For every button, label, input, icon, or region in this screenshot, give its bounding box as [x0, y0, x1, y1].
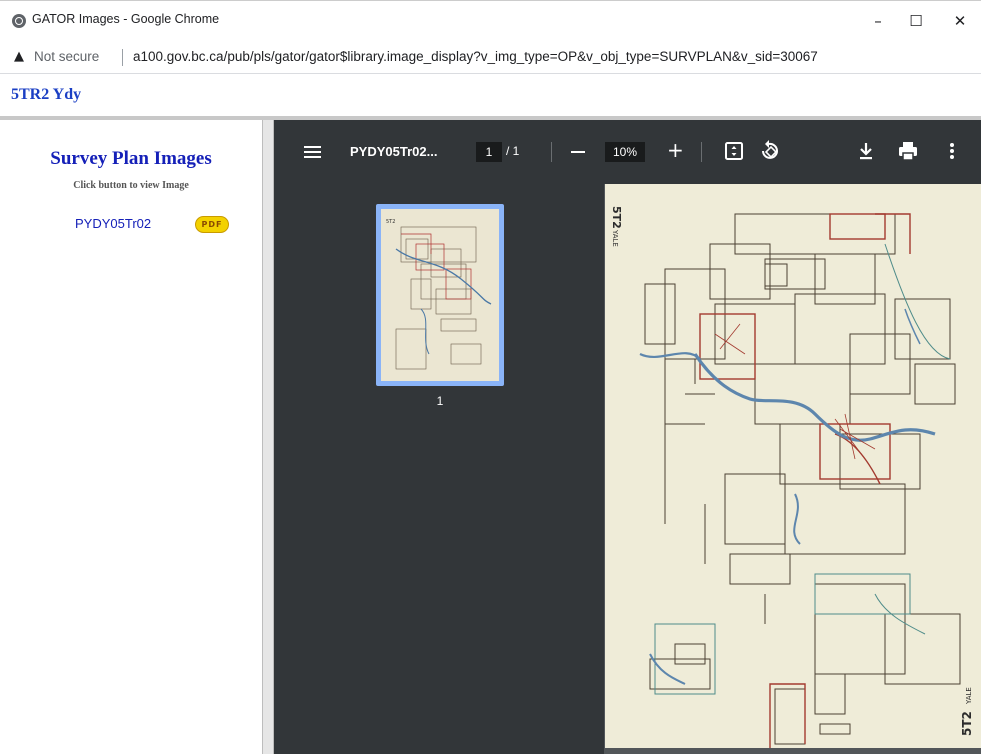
- page-thumbnail[interactable]: 5T2: [376, 204, 504, 386]
- pdf-page[interactable]: 5T2 YALE 5T2 YALE: [605, 184, 981, 748]
- toolbar-divider: [701, 142, 702, 162]
- download-icon[interactable]: [854, 139, 878, 163]
- thumbnail-map-image[interactable]: 5T2: [381, 209, 499, 381]
- map-corner-label-bottom: 5T2: [960, 711, 974, 736]
- rotate-icon[interactable]: [758, 139, 782, 163]
- window-titlebar: GATOR Images - Google Chrome – ☐ ✕: [0, 0, 981, 40]
- svg-text:5T2: 5T2: [386, 219, 395, 225]
- minimize-button[interactable]: –: [858, 7, 898, 35]
- panel-subtitle: Click button to view Image: [73, 180, 189, 191]
- url-text[interactable]: a100.gov.bc.ca/pub/pls/gator/gator$libra…: [133, 49, 818, 64]
- page-header: 5TR2 Ydy: [0, 74, 981, 118]
- left-panel: Survey Plan Images Click button to view …: [0, 120, 262, 754]
- map-corner-sub-bottom: YALE: [965, 687, 973, 705]
- page-number-input[interactable]: 1: [476, 142, 502, 162]
- viewer-toolbar: PYDY05Tr02... 1 / 1 10% +: [274, 120, 981, 184]
- security-label[interactable]: Not secure: [34, 49, 99, 64]
- print-icon[interactable]: [896, 139, 920, 163]
- address-bar[interactable]: ▲ Not secure a100.gov.bc.ca/pub/pls/gato…: [0, 40, 981, 74]
- frame-divider[interactable]: [262, 120, 274, 754]
- globe-icon: [12, 14, 26, 28]
- document-pane[interactable]: 5T2 YALE 5T2 YALE: [604, 184, 981, 754]
- zoom-input[interactable]: 10%: [605, 142, 645, 162]
- thumbnail-map-svg: 5T2: [386, 219, 492, 370]
- menu-icon[interactable]: [304, 146, 321, 148]
- window-title: GATOR Images - Google Chrome: [32, 12, 220, 26]
- warning-icon[interactable]: ▲: [14, 49, 24, 64]
- map-corner-sub-top: YALE: [611, 229, 619, 247]
- zoom-out-button[interactable]: [571, 151, 585, 153]
- thumbnail-sidebar: 5T2 1: [274, 184, 604, 754]
- map-corner-label-top: 5T2: [610, 206, 623, 229]
- fit-page-icon[interactable]: [722, 139, 746, 163]
- zoom-in-button[interactable]: +: [667, 138, 684, 162]
- pdf-viewer: PYDY05Tr02... 1 / 1 10% + 5T2 1 5T2 YALE…: [274, 120, 981, 754]
- more-options-icon[interactable]: [940, 139, 964, 163]
- pdf-button[interactable]: PDF: [195, 216, 229, 233]
- thumbnail-page-number: 1: [436, 394, 444, 408]
- survey-plan-map: 5T2 YALE 5T2 YALE: [610, 206, 974, 748]
- maximize-button[interactable]: ☐: [896, 7, 936, 35]
- toolbar-divider: [551, 142, 552, 162]
- image-link[interactable]: PYDY05Tr02: [75, 216, 151, 231]
- page-title: 5TR2 Ydy: [11, 86, 82, 103]
- close-button[interactable]: ✕: [940, 7, 980, 35]
- panel-title: Survey Plan Images: [50, 148, 212, 169]
- address-divider: [122, 49, 123, 66]
- document-title: PYDY05Tr02...: [350, 144, 438, 159]
- page-total: / 1: [506, 144, 520, 158]
